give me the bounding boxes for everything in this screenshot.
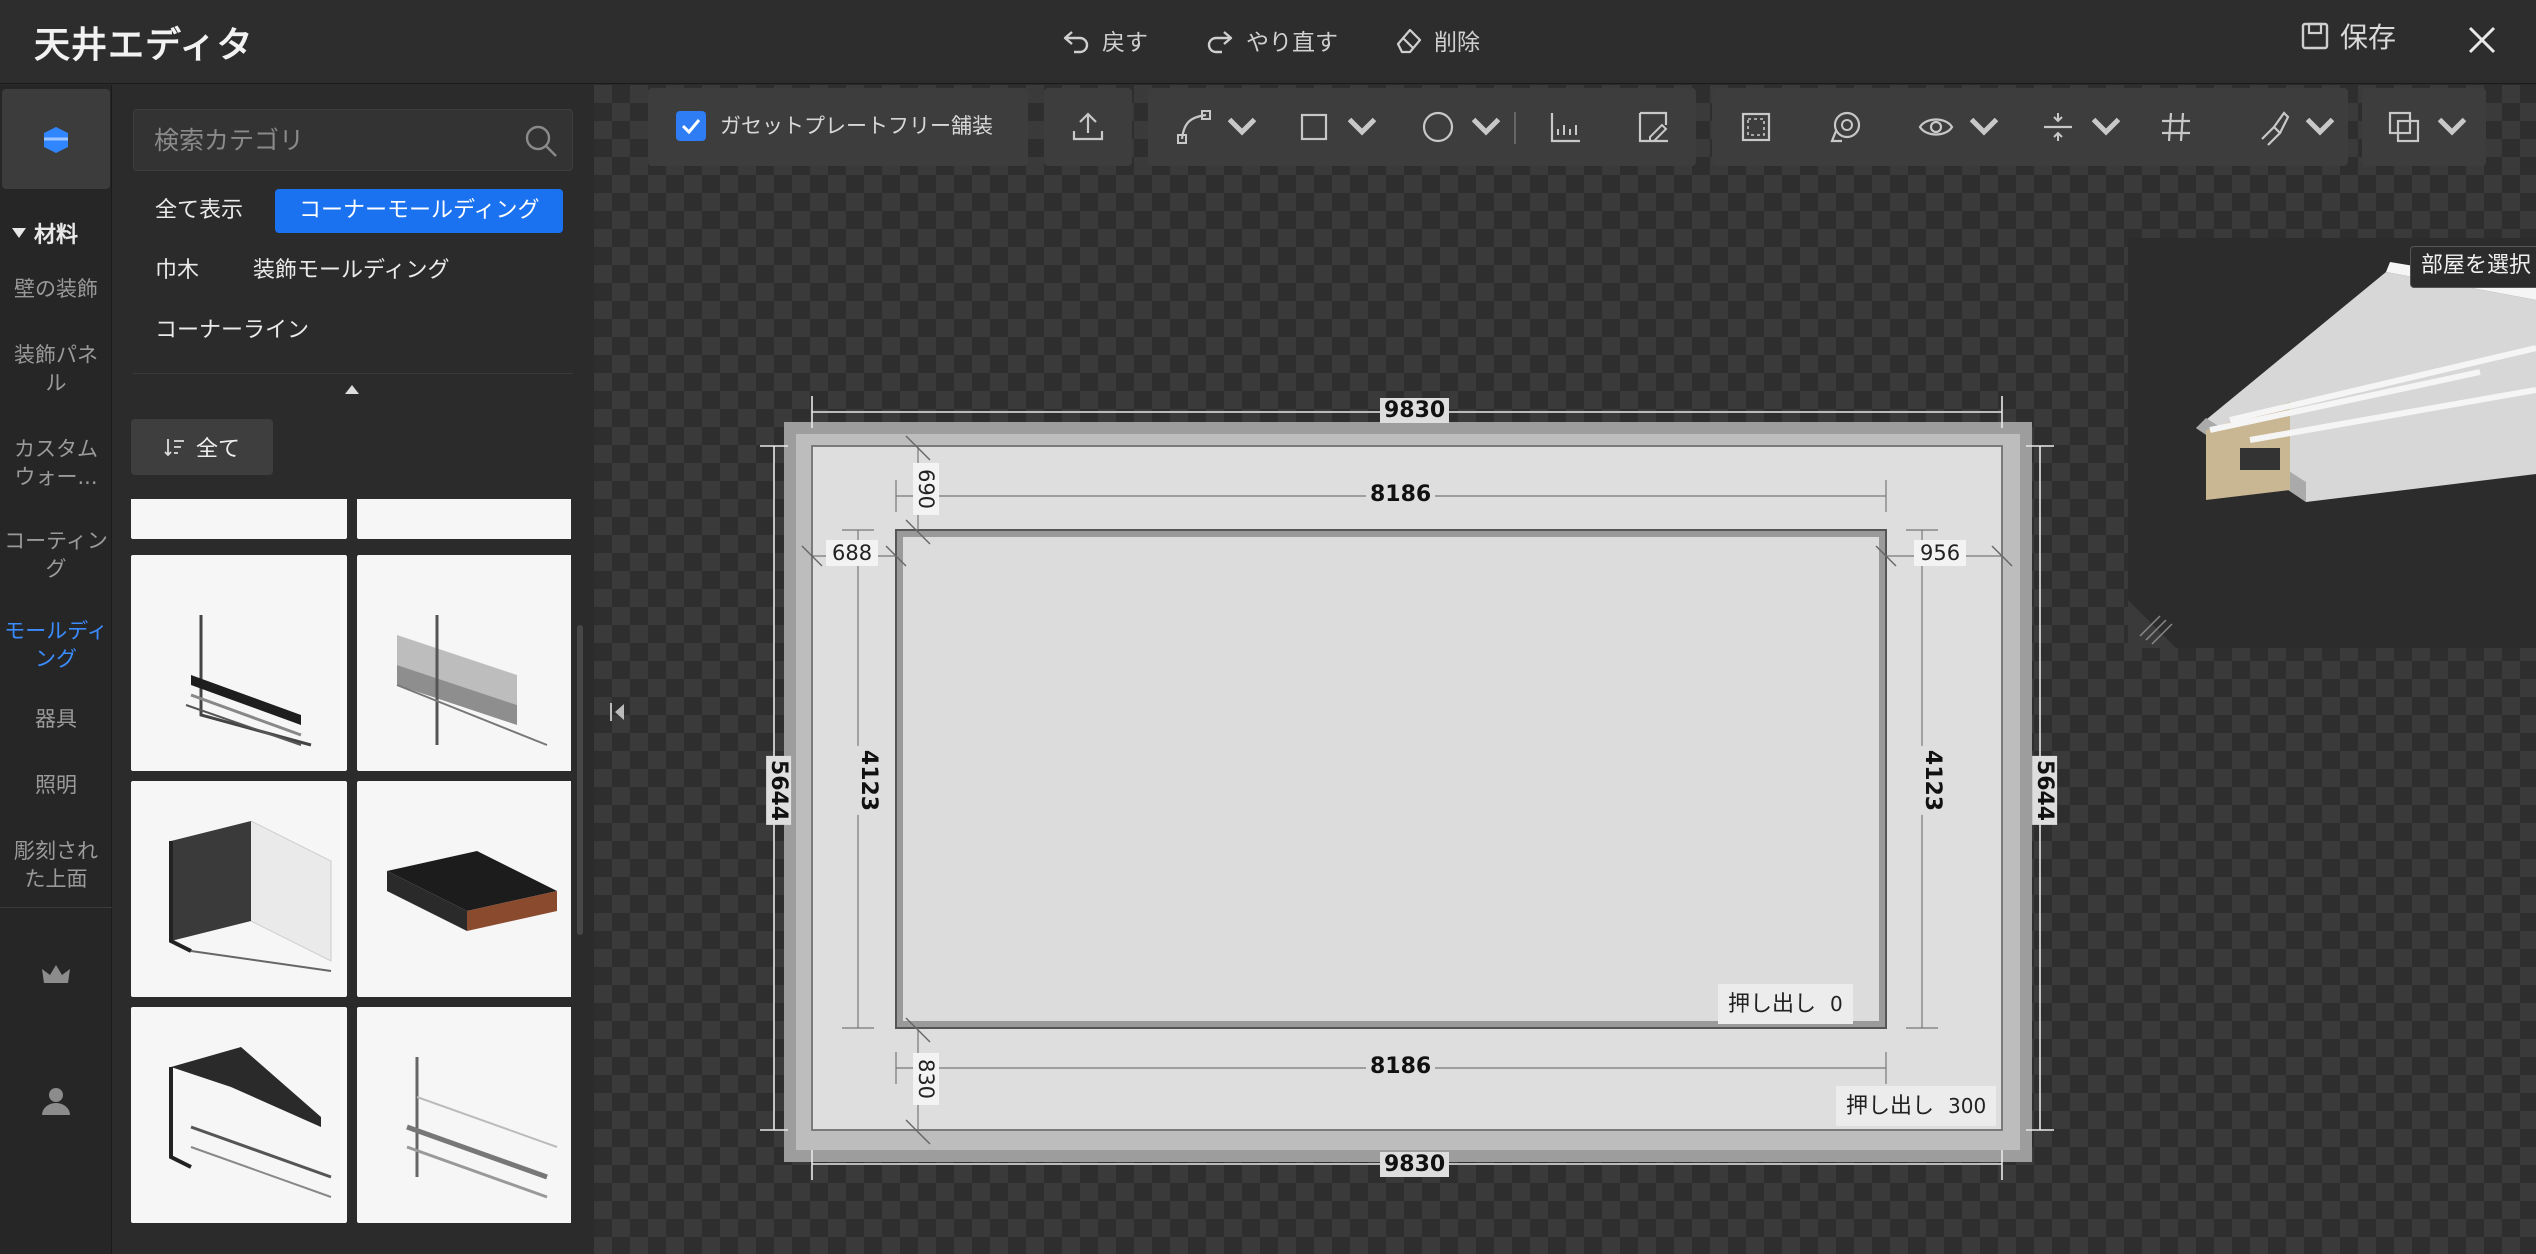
inner-width-top-label: 8186	[1366, 482, 1436, 507]
ceiling-plan-drawing[interactable]	[0, 0, 2536, 1254]
right-gap-label[interactable]: 956	[1914, 540, 1967, 566]
bottom-gap-label[interactable]: 830	[913, 1052, 940, 1106]
outer-width-top-label: 9830	[1380, 398, 1450, 423]
preview-3d-render	[2128, 238, 2536, 648]
outer-extrude-value[interactable]: 300	[1948, 1094, 1986, 1118]
inner-height-left-label: 4123	[856, 745, 882, 816]
top-gap-label[interactable]: 690	[913, 462, 940, 516]
inner-height-right-label: 4123	[1920, 745, 1946, 816]
inner-extrude-label: 押し出し	[1728, 992, 1817, 1017]
outer-height-right-label: 5644	[2032, 755, 2058, 826]
select-room-button[interactable]: 部屋を選択	[2410, 246, 2536, 288]
outer-extrude-label: 押し出し	[1846, 1094, 1935, 1119]
left-gap-label[interactable]: 688	[826, 540, 879, 566]
outer-extrude-field[interactable]: 押し出し 300	[1836, 1086, 1997, 1126]
outer-height-left-label: 5644	[766, 755, 792, 826]
inner-recess[interactable]	[895, 529, 1887, 1029]
outer-width-bottom-label: 9830	[1380, 1152, 1450, 1177]
inner-extrude-value[interactable]: 0	[1830, 992, 1843, 1016]
inner-width-bottom-label: 8186	[1366, 1054, 1436, 1079]
inner-extrude-field[interactable]: 押し出し 0	[1718, 984, 1853, 1024]
